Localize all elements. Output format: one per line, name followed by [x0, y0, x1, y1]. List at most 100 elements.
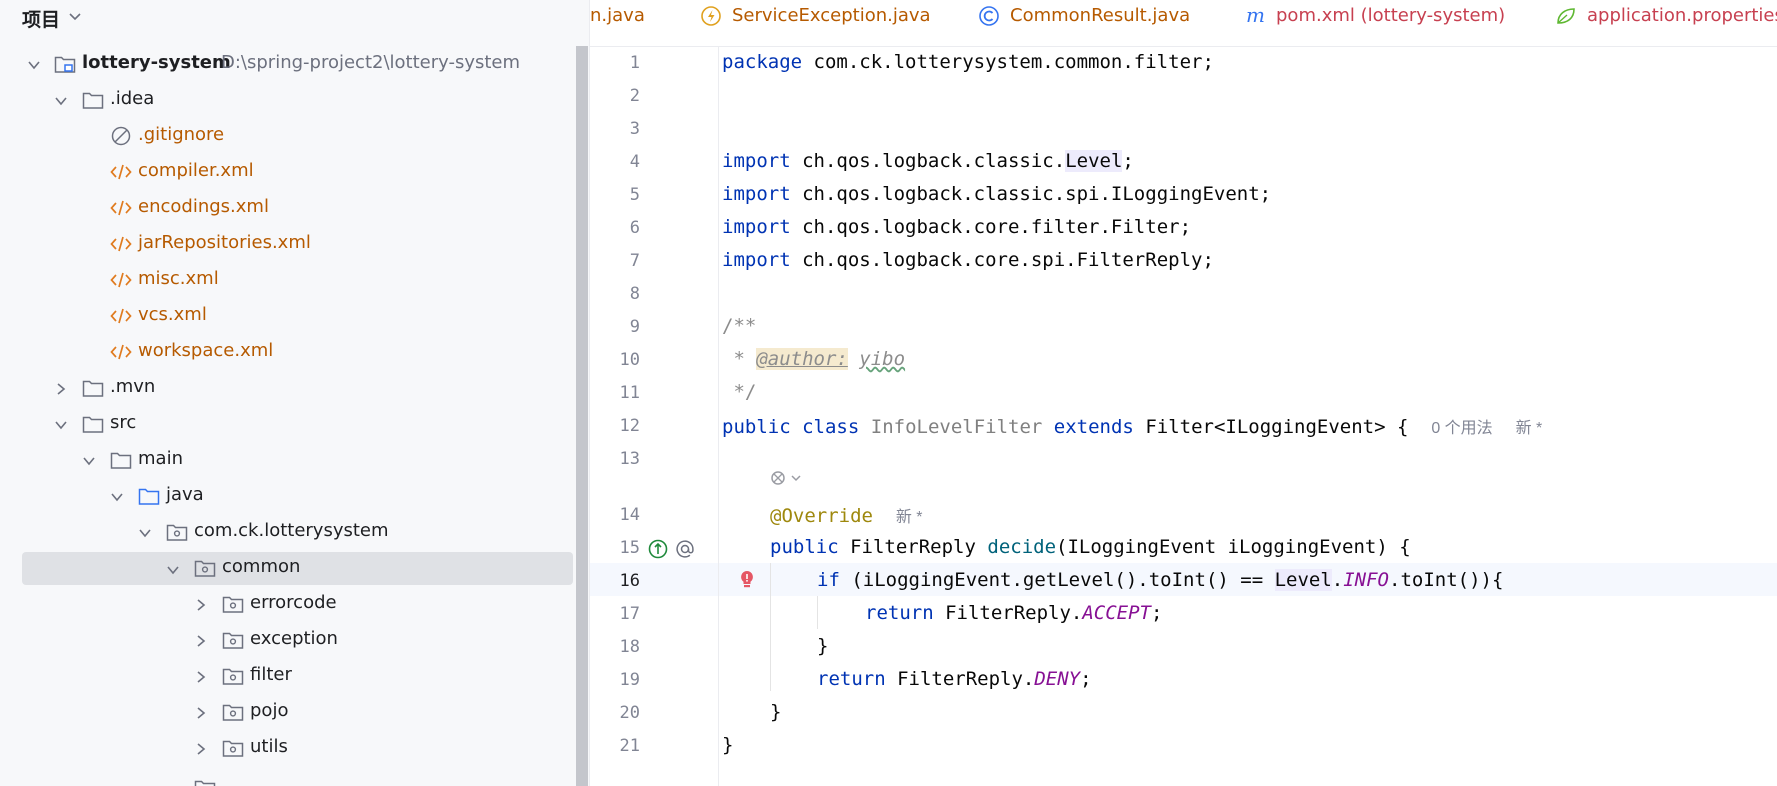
chevron-right-icon[interactable] [54, 381, 68, 395]
tree-item-filter[interactable]: filter [0, 658, 573, 694]
code-comment [848, 348, 859, 370]
tree-item-common[interactable]: common [22, 552, 573, 585]
code-keyword: import [722, 216, 791, 238]
code-text: ch.qos.logback.classic. [790, 150, 1066, 172]
project-panel-header: 项目 [0, 0, 590, 34]
chevron-down-icon[interactable] [138, 525, 152, 539]
tree-item-utils[interactable]: utils [0, 730, 573, 766]
at-sign-icon[interactable] [674, 538, 696, 560]
chevron-right-icon[interactable] [194, 597, 208, 611]
tree-item-jarrepositories-xml[interactable]: jarRepositories.xml [0, 226, 573, 262]
tree-item-label: jarRepositories.xml [138, 232, 311, 253]
tree-item-exception[interactable]: exception [0, 622, 573, 658]
project-panel-title[interactable]: 项目 [22, 5, 60, 32]
code-text: } [817, 635, 829, 657]
tab-application-properties[interactable]: application.properties [1555, 0, 1777, 34]
package-icon [194, 778, 216, 786]
tree-item-label: main [138, 448, 183, 469]
author-inlay-hint[interactable]: 新 * [896, 509, 923, 526]
code-text: } [770, 701, 782, 723]
chevron-down-icon[interactable] [82, 453, 96, 467]
tree-item-pojo[interactable]: pojo [0, 694, 573, 730]
tab-partial-java[interactable]: n.java [590, 0, 650, 34]
tree-item-java[interactable]: java [0, 478, 573, 514]
code-keyword: public [722, 416, 791, 438]
code-static-field: ACCEPT [1082, 602, 1151, 624]
package-icon [222, 666, 244, 686]
tree-item-lottery-system[interactable]: lottery-system D:\spring-project2\lotter… [0, 46, 573, 82]
tree-item-label: common [222, 556, 301, 577]
tree-item-main[interactable]: main [0, 442, 573, 478]
code-text: .toInt()){ [1389, 569, 1504, 591]
tree-item-label: errorcode [250, 592, 337, 613]
code-text: ch.qos.logback.classic.spi.ILoggingEvent… [790, 183, 1272, 205]
code-keyword: if [817, 569, 840, 591]
chevron-down-icon[interactable] [66, 7, 84, 25]
project-panel-scrollbar[interactable] [576, 46, 588, 786]
tree-item-gitignore[interactable]: .gitignore [0, 118, 573, 154]
code-line-6: import ch.qos.logback.core.filter.Filter… [722, 216, 1191, 238]
tree-item-idea[interactable]: .idea [0, 82, 573, 118]
tab-pom-xml[interactable]: m pom.xml (lottery-system) [1244, 0, 1505, 34]
chevron-down-icon[interactable] [110, 489, 124, 503]
line-number: 19 [619, 670, 640, 690]
folder-icon [82, 90, 104, 110]
tree-item-mvn[interactable]: .mvn [0, 370, 573, 406]
tree-item-compiler-xml[interactable]: compiler.xml [0, 154, 573, 190]
tree-item-label: filter [250, 664, 292, 685]
tree-item-label: compiler.xml [138, 160, 254, 181]
package-icon [222, 702, 244, 722]
tree-item-label: src [110, 412, 137, 433]
indent-guide [817, 596, 818, 629]
chevron-right-icon[interactable] [194, 705, 208, 719]
code-keyword: import [722, 249, 791, 271]
tree-item-misc-xml[interactable]: misc.xml [0, 262, 573, 298]
editor-tab-bar: n.java ServiceException.java CommonResul… [590, 0, 1777, 47]
usages-inlay-hint[interactable]: 0 个用法 [1431, 420, 1492, 437]
line-number-current: 16 [619, 571, 640, 591]
tree-item-label: .mvn [110, 376, 156, 397]
package-icon [166, 522, 188, 542]
code-line-9: /** [722, 315, 756, 337]
implements-method-icon[interactable] [647, 538, 669, 560]
code-line-20: } [770, 701, 781, 723]
code-line-14: @Override 新 * [770, 503, 923, 527]
ai-assistant-inlay-icon[interactable] [768, 468, 806, 488]
chevron-down-icon[interactable] [166, 562, 180, 576]
tree-item-errorcode[interactable]: errorcode [0, 586, 573, 622]
chevron-right-icon[interactable] [194, 633, 208, 647]
chevron-right-icon[interactable] [194, 669, 208, 683]
author-inlay-hint[interactable]: 新 * [1516, 420, 1543, 437]
tree-item-label: lottery-system [82, 52, 231, 73]
tree-item-com-ck-lotterysystem[interactable]: com.ck.lotterysystem [0, 514, 573, 550]
tree-item-label: encodings.xml [138, 196, 269, 217]
line-number: 2 [629, 86, 640, 106]
code-method-name: decide [987, 536, 1057, 558]
tab-serviceexception[interactable]: ServiceException.java [700, 0, 931, 34]
code-keyword: import [722, 183, 791, 205]
chevron-down-icon[interactable] [54, 93, 68, 107]
code-keyword: package [722, 51, 803, 73]
chevron-down-icon[interactable] [27, 57, 41, 71]
line-number: 12 [619, 416, 640, 436]
intention-bulb-icon[interactable] [736, 569, 758, 591]
svg-text:m: m [1246, 5, 1265, 27]
chevron-down-icon[interactable] [54, 417, 68, 431]
code-comment: /** [722, 315, 757, 337]
tree-item-encodings-xml[interactable]: encodings.xml [0, 190, 573, 226]
tree-item-src[interactable]: src [0, 406, 573, 442]
line-number: 5 [629, 185, 640, 205]
tree-item-workspace-xml[interactable]: workspace.xml [0, 334, 573, 370]
xml-file-icon [110, 162, 132, 182]
tree-item-label: misc.xml [138, 268, 219, 289]
line-number: 6 [629, 218, 640, 238]
folder-icon [110, 450, 132, 470]
chevron-right-icon[interactable] [194, 741, 208, 755]
code-static-field: INFO [1343, 569, 1389, 591]
tab-commonresult[interactable]: CommonResult.java [978, 0, 1190, 34]
tree-item-path: D:\spring-project2\lottery-system [221, 52, 521, 73]
line-number: 7 [629, 251, 640, 271]
tree-item-vcs-xml[interactable]: vcs.xml [0, 298, 573, 334]
tab-label: n.java [590, 5, 645, 26]
code-editor[interactable]: 1 2 3 4 5 6 7 8 9 10 11 12 13 14 15 16 1… [590, 47, 1777, 786]
